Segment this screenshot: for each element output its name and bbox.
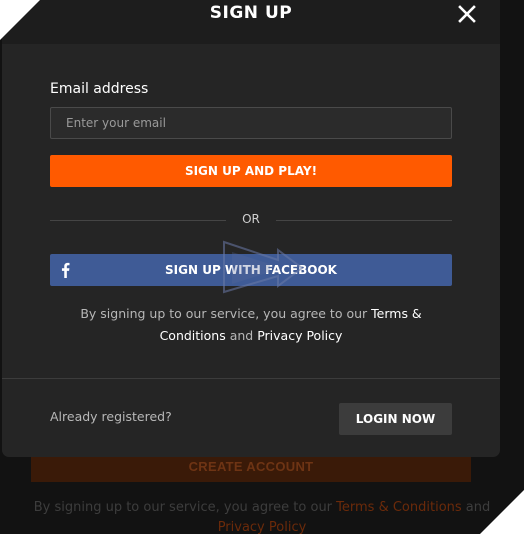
signup-and-play-button[interactable]: SIGN UP AND PLAY! [50, 155, 452, 187]
signup-modal: SIGN UP Email address SIGN UP AND PLAY! … [2, 0, 500, 457]
or-line-right [276, 220, 452, 221]
already-registered-text: Already registered? [50, 409, 172, 424]
modal-header: SIGN UP [2, 0, 500, 44]
bg-terms-prefix: By signing up to our service, you agree … [33, 500, 337, 515]
bg-terms-link: Terms & Conditions [336, 500, 462, 515]
modal-title: SIGN UP [209, 3, 293, 23]
terms-text: By signing up to our service, you agree … [62, 303, 440, 347]
email-field[interactable] [50, 107, 452, 139]
corner-decoration-top-left [0, 0, 40, 40]
close-icon [458, 5, 476, 23]
facebook-signup-button[interactable]: SIGN UP WITH FACEBOOK [50, 254, 452, 286]
corner-decoration-bottom-right [480, 490, 524, 534]
or-divider: OR [50, 210, 452, 230]
close-button[interactable] [455, 2, 479, 26]
privacy-policy-link[interactable]: Privacy Policy [257, 328, 342, 343]
or-text: OR [242, 212, 260, 226]
login-now-button[interactable]: LOGIN NOW [339, 403, 452, 435]
terms-middle: and [225, 328, 258, 343]
email-label: Email address [50, 81, 149, 97]
bg-terms-text: By signing up to our service, you agree … [0, 498, 524, 534]
page: CREATE ACCOUNT By signing up to our serv… [0, 0, 524, 534]
bg-privacy-link: Privacy Policy [217, 520, 307, 534]
facebook-icon [58, 261, 72, 279]
terms-prefix: By signing up to our service, you agree … [80, 306, 372, 321]
footer-divider [2, 378, 500, 379]
facebook-button-label: SIGN UP WITH FACEBOOK [165, 263, 337, 277]
